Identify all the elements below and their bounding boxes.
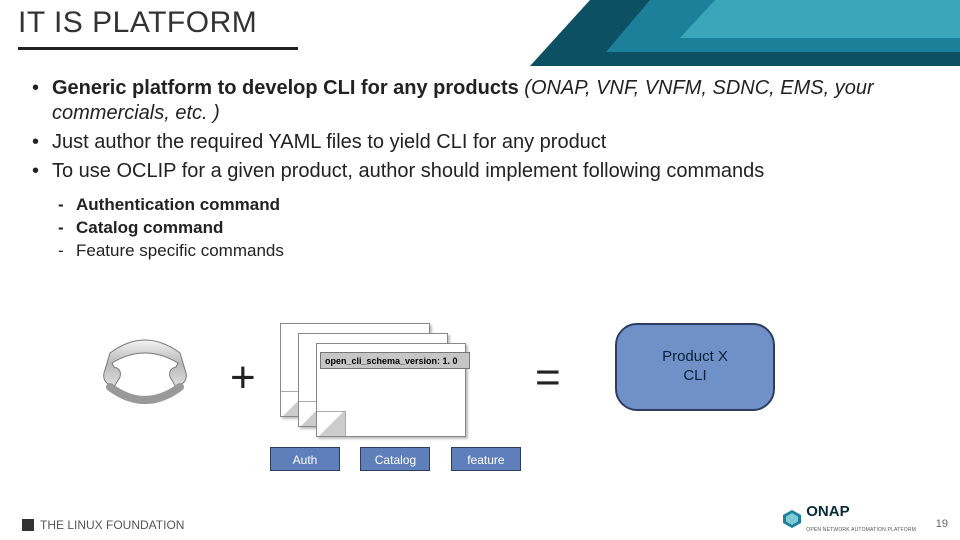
onap-text: ONAP bbox=[806, 503, 849, 520]
onap-subtext: OPEN NETWORK AUTOMATION PLATFORM bbox=[806, 527, 916, 533]
content-area: Generic platform to develop CLI for any … bbox=[0, 66, 960, 263]
clip-icon bbox=[90, 333, 200, 411]
page-number: 19 bbox=[936, 518, 948, 530]
bullet-3: To use OCLIP for a given product, author… bbox=[30, 159, 930, 184]
plus-sign: + bbox=[230, 353, 256, 403]
bullet-2: Just author the required YAML files to y… bbox=[30, 130, 930, 155]
sub-bullet-list: Authentication command Catalog command F… bbox=[58, 194, 930, 263]
tag-row: Auth Catalog feature bbox=[270, 447, 537, 471]
product-line-2: CLI bbox=[617, 367, 773, 386]
sub-3: Feature specific commands bbox=[58, 240, 930, 263]
linux-foundation-logo: THE LINUX FOUNDATION bbox=[22, 518, 184, 532]
sub-1: Authentication command bbox=[58, 194, 930, 217]
onap-logo: ONAP OPEN NETWORK AUTOMATION PLATFORM bbox=[782, 503, 916, 534]
lf-icon bbox=[22, 519, 34, 531]
product-line-1: Product X bbox=[617, 348, 773, 367]
title-underline bbox=[18, 47, 298, 50]
bullet-list: Generic platform to develop CLI for any … bbox=[30, 76, 930, 184]
slide: IT IS PLATFORM Generic platform to devel… bbox=[0, 0, 960, 540]
equals-sign: = bbox=[535, 353, 561, 403]
footer: THE LINUX FOUNDATION ONAP OPEN NETWORK A… bbox=[0, 504, 960, 540]
diagram: + open_cli_schema_version: 1. 0 Auth Cat… bbox=[90, 315, 890, 475]
product-box: Product X CLI bbox=[615, 323, 775, 411]
title-accent bbox=[530, 0, 960, 66]
tag-feature: feature bbox=[451, 447, 521, 471]
tag-catalog: Catalog bbox=[360, 447, 430, 471]
schema-label: open_cli_schema_version: 1. 0 bbox=[320, 352, 470, 369]
lf-text: THE LINUX FOUNDATION bbox=[40, 518, 184, 532]
onap-icon bbox=[782, 509, 802, 529]
sub-2: Catalog command bbox=[58, 217, 930, 240]
title-bar: IT IS PLATFORM bbox=[0, 0, 960, 66]
slide-title: IT IS PLATFORM bbox=[18, 6, 257, 40]
bullet-1: Generic platform to develop CLI for any … bbox=[30, 76, 930, 126]
tag-auth: Auth bbox=[270, 447, 340, 471]
bullet-1-bold: Generic platform to develop CLI for any … bbox=[52, 77, 519, 99]
card-stack: open_cli_schema_version: 1. 0 bbox=[280, 323, 490, 433]
